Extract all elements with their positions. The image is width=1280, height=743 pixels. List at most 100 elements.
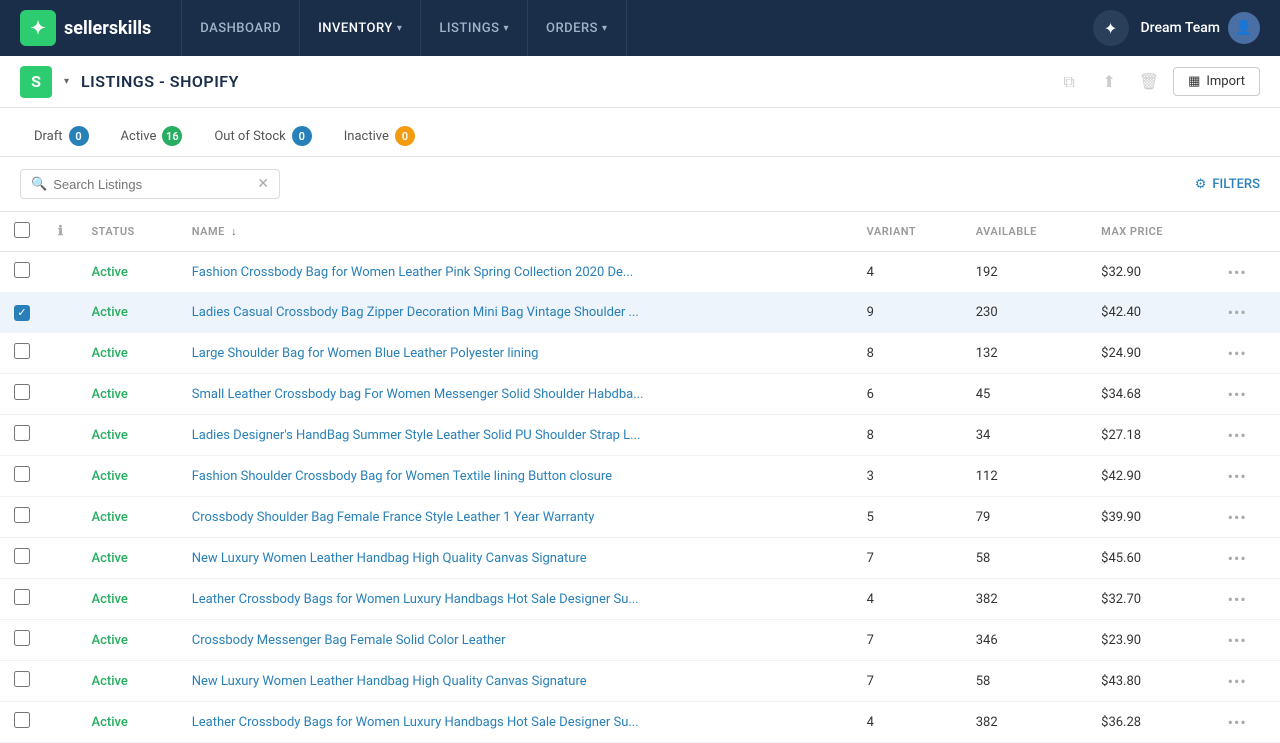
row-more-actions[interactable]: ••• [1214,374,1280,415]
notifications-button[interactable]: ✦ [1093,10,1129,46]
search-input[interactable] [53,177,251,192]
row-info-cell [44,293,77,333]
row-checkbox[interactable] [14,343,30,359]
row-variant: 8 [853,415,962,456]
row-checkbox[interactable] [14,466,30,482]
row-more-actions[interactable]: ••• [1214,538,1280,579]
row-more-actions[interactable]: ••• [1214,293,1280,333]
import-label: Import [1206,74,1245,89]
search-clear-button[interactable]: ✕ [257,176,269,192]
select-all-checkbox[interactable] [14,222,30,238]
row-name[interactable]: Crossbody Shoulder Bag Female France Sty… [178,497,853,538]
avatar: 👤 [1228,12,1260,44]
row-name[interactable]: Ladies Casual Crossbody Bag Zipper Decor… [178,293,853,333]
row-checkbox-cell[interactable] [0,415,44,456]
row-checkbox[interactable] [14,425,30,441]
tab-out-of-stock[interactable]: Out of Stock 0 [200,118,325,156]
row-more-actions[interactable]: ••• [1214,702,1280,743]
row-name[interactable]: New Luxury Women Leather Handbag High Qu… [178,661,853,702]
filters-button[interactable]: ⚙ FILTERS [1195,177,1260,192]
row-checkbox[interactable] [14,712,30,728]
tab-active[interactable]: Active 16 [107,118,197,156]
row-more-actions[interactable]: ••• [1214,620,1280,661]
row-status: Active [77,538,177,579]
row-more-actions[interactable]: ••• [1214,456,1280,497]
row-checkbox[interactable] [14,671,30,687]
row-checkbox-cell[interactable] [0,579,44,620]
row-available: 34 [962,415,1087,456]
row-status: Active [77,497,177,538]
store-dropdown-arrow[interactable]: ▾ [64,76,69,87]
row-checkbox-cell[interactable] [0,702,44,743]
row-checkbox-cell[interactable] [0,333,44,374]
tab-inactive[interactable]: Inactive 0 [330,118,429,156]
row-variant: 4 [853,702,962,743]
row-name[interactable]: Leather Crossbody Bags for Women Luxury … [178,579,853,620]
row-name[interactable]: Crossbody Messenger Bag Female Solid Col… [178,620,853,661]
row-name[interactable]: Leather Crossbody Bags for Women Luxury … [178,702,853,743]
row-checkbox-cell[interactable]: ✓ [0,293,44,333]
nav-inventory-chevron: ▾ [397,23,403,34]
th-name[interactable]: NAME ↓ [178,212,853,252]
row-checkbox[interactable] [14,630,30,646]
row-more-actions[interactable]: ••• [1214,661,1280,702]
row-info-cell [44,497,77,538]
row-checkbox[interactable] [14,589,30,605]
nav-inventory[interactable]: INVENTORY ▾ [300,0,421,56]
logo[interactable]: ✦ sellerskills [20,10,151,46]
row-checkbox[interactable] [14,548,30,564]
tab-draft[interactable]: Draft 0 [20,118,103,156]
row-checkbox-cell[interactable] [0,456,44,497]
tab-out-of-stock-badge: 0 [292,126,312,146]
row-name[interactable]: Large Shoulder Bag for Women Blue Leathe… [178,333,853,374]
row-max-price: $24.90 [1087,333,1213,374]
table-row: Active New Luxury Women Leather Handbag … [0,661,1280,702]
row-checkbox-cell[interactable] [0,497,44,538]
row-more-actions[interactable]: ••• [1214,497,1280,538]
user-menu[interactable]: Dream Team 👤 [1141,12,1260,44]
row-more-actions[interactable]: ••• [1214,579,1280,620]
tab-active-badge: 16 [162,126,182,146]
archive-button[interactable]: ⬆ [1093,66,1125,98]
table-row: Active Leather Crossbody Bags for Women … [0,702,1280,743]
row-name[interactable]: Fashion Shoulder Crossbody Bag for Women… [178,456,853,497]
shopify-icon: S [20,66,52,98]
row-info-cell [44,415,77,456]
row-info-cell [44,538,77,579]
search-icon: 🔍 [31,177,47,192]
tab-inactive-label: Inactive [344,129,389,144]
row-more-actions[interactable]: ••• [1214,415,1280,456]
row-checkbox[interactable] [14,384,30,400]
info-icon[interactable]: ℹ [58,224,63,239]
row-checkbox[interactable] [14,507,30,523]
delete-button[interactable]: 🗑 [1133,66,1165,98]
row-checkbox-cell[interactable] [0,374,44,415]
row-name[interactable]: Ladies Designer's HandBag Summer Style L… [178,415,853,456]
row-name[interactable]: Small Leather Crossbody bag For Women Me… [178,374,853,415]
filters-icon: ⚙ [1195,177,1207,192]
row-variant: 7 [853,538,962,579]
row-status: Active [77,661,177,702]
copy-button[interactable]: ⧉ [1053,66,1085,98]
row-checkbox[interactable] [14,262,30,278]
row-more-actions[interactable]: ••• [1214,333,1280,374]
nav-orders[interactable]: ORDERS ▾ [528,0,627,56]
row-checkbox-checked[interactable]: ✓ [14,305,30,321]
th-select-all[interactable] [0,212,44,252]
row-name[interactable]: New Luxury Women Leather Handbag High Qu… [178,538,853,579]
row-checkbox-cell[interactable] [0,661,44,702]
import-button[interactable]: ▦ Import [1173,67,1260,96]
row-max-price: $39.90 [1087,497,1213,538]
row-info-cell [44,374,77,415]
row-max-price: $36.28 [1087,702,1213,743]
row-max-price: $27.18 [1087,415,1213,456]
row-info-cell [44,333,77,374]
row-checkbox-cell[interactable] [0,620,44,661]
row-more-actions[interactable]: ••• [1214,252,1280,293]
row-name[interactable]: Fashion Crossbody Bag for Women Leather … [178,252,853,293]
nav-listings[interactable]: LISTINGS ▾ [421,0,528,56]
row-variant: 6 [853,374,962,415]
row-checkbox-cell[interactable] [0,538,44,579]
nav-dashboard[interactable]: DASHBOARD [181,0,300,56]
row-checkbox-cell[interactable] [0,252,44,293]
